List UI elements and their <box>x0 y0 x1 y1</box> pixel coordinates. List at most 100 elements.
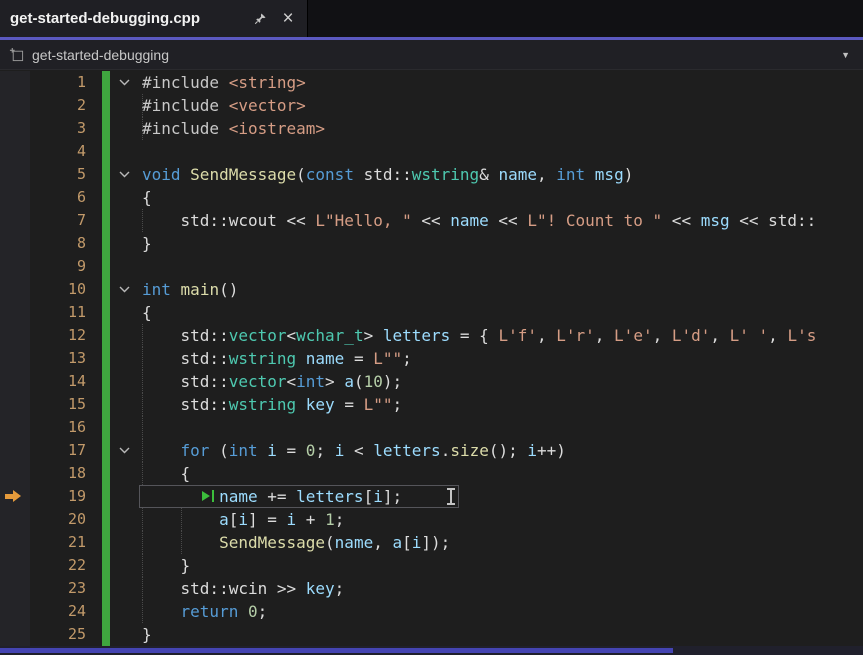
fold-margin[interactable] <box>110 117 138 140</box>
code-line[interactable]: name += letters[i]; <box>138 485 863 508</box>
breakpoint-margin[interactable] <box>0 117 30 140</box>
fold-margin[interactable] <box>110 209 138 232</box>
breakpoint-margin[interactable] <box>0 462 30 485</box>
fold-margin[interactable] <box>110 347 138 370</box>
breakpoint-margin[interactable] <box>0 324 30 347</box>
code-line[interactable]: { <box>138 186 863 209</box>
line-number[interactable]: 9 <box>30 255 86 278</box>
fold-margin[interactable] <box>110 370 138 393</box>
fold-chevron-icon[interactable] <box>119 286 130 293</box>
breakpoint-margin[interactable] <box>0 439 30 462</box>
code-line[interactable] <box>138 416 863 439</box>
line-number[interactable]: 20 <box>30 508 86 531</box>
code-line[interactable]: SendMessage(name, a[i]); <box>138 531 863 554</box>
breakpoint-margin[interactable] <box>0 577 30 600</box>
fold-margin[interactable] <box>110 600 138 623</box>
fold-margin[interactable] <box>110 554 138 577</box>
code-line[interactable]: std::wstring key = L""; <box>138 393 863 416</box>
line-number[interactable]: 24 <box>30 600 86 623</box>
line-number[interactable]: 17 <box>30 439 86 462</box>
run-to-cursor-icon[interactable] <box>200 485 219 508</box>
fold-margin[interactable] <box>110 577 138 600</box>
fold-margin[interactable] <box>110 623 138 646</box>
breakpoint-margin[interactable] <box>0 140 30 163</box>
fold-margin[interactable] <box>110 485 138 508</box>
breakpoint-margin[interactable] <box>0 416 30 439</box>
line-number[interactable]: 6 <box>30 186 86 209</box>
line-number[interactable]: 14 <box>30 370 86 393</box>
fold-margin[interactable] <box>110 94 138 117</box>
code-editor[interactable]: 1 #include <string> 2 #include <vector> 3 #in… <box>0 70 863 646</box>
breakpoint-margin[interactable] <box>0 71 30 94</box>
code-line[interactable]: } <box>138 232 863 255</box>
line-number[interactable]: 13 <box>30 347 86 370</box>
breakpoint-margin[interactable] <box>0 186 30 209</box>
line-number[interactable]: 21 <box>30 531 86 554</box>
line-number[interactable]: 23 <box>30 577 86 600</box>
code-line[interactable]: std::vector<wchar_t> letters = { L'f', L… <box>138 324 863 347</box>
line-number[interactable]: 12 <box>30 324 86 347</box>
fold-margin[interactable] <box>110 393 138 416</box>
code-line[interactable]: } <box>138 554 863 577</box>
line-number[interactable]: 11 <box>30 301 86 324</box>
code-line[interactable]: #include <vector> <box>138 94 863 117</box>
code-line[interactable]: void SendMessage(const std::wstring& nam… <box>138 163 863 186</box>
line-number[interactable]: 8 <box>30 232 86 255</box>
breakpoint-margin[interactable] <box>0 623 30 646</box>
line-number[interactable]: 5 <box>30 163 86 186</box>
fold-chevron-icon[interactable] <box>119 171 130 178</box>
breakpoint-margin[interactable] <box>0 347 30 370</box>
pin-icon[interactable] <box>251 10 269 28</box>
breakpoint-margin[interactable] <box>0 232 30 255</box>
fold-margin[interactable] <box>110 508 138 531</box>
code-line[interactable]: return 0; <box>138 600 863 623</box>
breakpoint-margin[interactable] <box>0 485 30 508</box>
fold-chevron-icon[interactable] <box>119 447 130 454</box>
dropdown-caret-icon[interactable]: ▼ <box>841 50 850 60</box>
breakpoint-margin[interactable] <box>0 554 30 577</box>
code-line[interactable]: std::wstring name = L""; <box>138 347 863 370</box>
breakpoint-margin[interactable] <box>0 301 30 324</box>
close-icon[interactable]: × <box>279 10 297 28</box>
fold-margin[interactable] <box>110 531 138 554</box>
breakpoint-margin[interactable] <box>0 370 30 393</box>
code-line[interactable]: } <box>138 623 863 646</box>
code-line[interactable]: int main() <box>138 278 863 301</box>
code-line[interactable]: #include <iostream> <box>138 117 863 140</box>
breakpoint-margin[interactable] <box>0 278 30 301</box>
fold-chevron-icon[interactable] <box>119 79 130 86</box>
code-line[interactable]: std::wcin >> key; <box>138 577 863 600</box>
line-number[interactable]: 4 <box>30 140 86 163</box>
line-number[interactable]: 22 <box>30 554 86 577</box>
fold-margin[interactable] <box>110 301 138 324</box>
line-number[interactable]: 19 <box>30 485 86 508</box>
code-line[interactable]: { <box>138 462 863 485</box>
horizontal-scrollbar[interactable] <box>0 646 863 655</box>
scrollbar-thumb[interactable] <box>0 648 673 653</box>
breakpoint-margin[interactable] <box>0 255 30 278</box>
tab-get-started-debugging[interactable]: get-started-debugging.cpp × <box>0 0 308 37</box>
breakpoint-margin[interactable] <box>0 209 30 232</box>
fold-margin[interactable] <box>110 186 138 209</box>
line-number[interactable]: 10 <box>30 278 86 301</box>
line-number[interactable]: 3 <box>30 117 86 140</box>
code-line[interactable]: for (int i = 0; i < letters.size(); i++) <box>138 439 863 462</box>
breakpoint-margin[interactable] <box>0 393 30 416</box>
fold-margin[interactable] <box>110 439 138 462</box>
line-number[interactable]: 18 <box>30 462 86 485</box>
fold-margin[interactable] <box>110 324 138 347</box>
code-line[interactable]: { <box>138 301 863 324</box>
line-number[interactable]: 16 <box>30 416 86 439</box>
breakpoint-margin[interactable] <box>0 163 30 186</box>
fold-margin[interactable] <box>110 232 138 255</box>
code-line[interactable]: std::vector<int> a(10); <box>138 370 863 393</box>
code-line[interactable]: #include <string> <box>138 71 863 94</box>
fold-margin[interactable] <box>110 71 138 94</box>
fold-margin[interactable] <box>110 278 138 301</box>
line-number[interactable]: 1 <box>30 71 86 94</box>
line-number[interactable]: 2 <box>30 94 86 117</box>
code-line[interactable] <box>138 140 863 163</box>
line-number[interactable]: 15 <box>30 393 86 416</box>
line-number[interactable]: 7 <box>30 209 86 232</box>
code-line[interactable] <box>138 255 863 278</box>
